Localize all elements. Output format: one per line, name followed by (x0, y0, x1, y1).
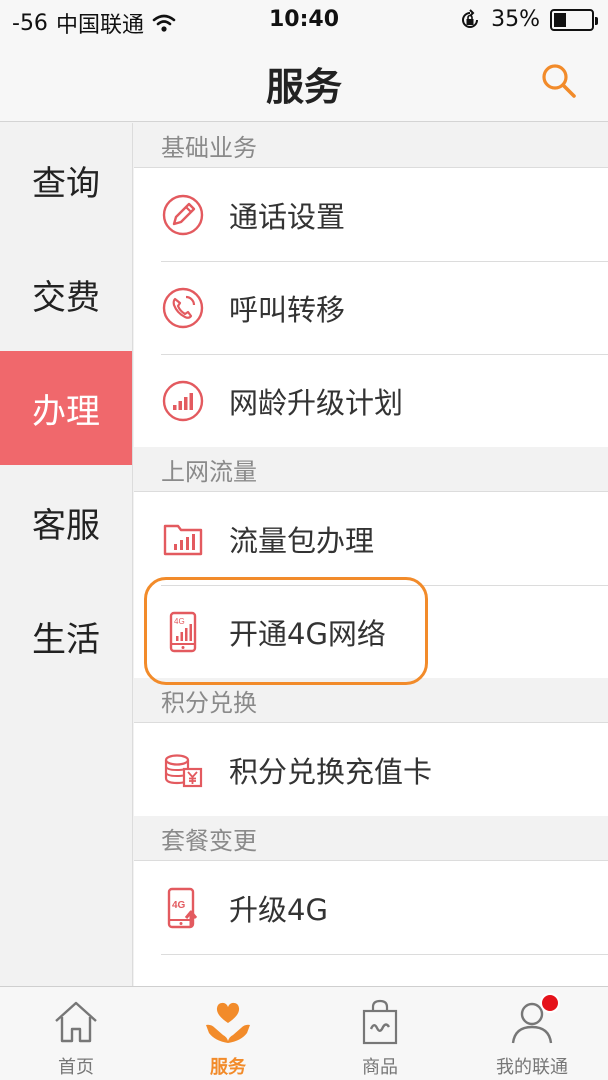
tab-bar: 首页 服务 商品 我的联通 (0, 986, 608, 1080)
home-icon (55, 1001, 97, 1043)
list-item-label: 积分兑换充值卡 (229, 754, 433, 789)
folder-chart-icon (163, 524, 203, 555)
tab-label: 我的联通 (496, 1057, 568, 1078)
pen-icon (162, 194, 204, 235)
category-sidebar: 查询 交费 办理 客服 生活 (0, 123, 133, 986)
sidebar-item-life[interactable]: 生活 (0, 579, 132, 693)
list-item-call-forward[interactable]: 呼叫转移 (134, 261, 608, 354)
section-header-basic: 基础业务 (134, 123, 608, 168)
svg-text:4G: 4G (172, 900, 186, 911)
service-list: 基础业务 通话设置 呼叫转移 网龄升级计划 上网流量 流量包办理 4G 开通4G… (134, 123, 608, 986)
list-item-label: 流量包办理 (229, 523, 375, 558)
svg-text:4G: 4G (174, 617, 185, 626)
sidebar-item-handle[interactable]: 办理 (0, 351, 132, 465)
list-item-points-redeem[interactable]: 积分兑换充值卡 (134, 723, 608, 816)
list-item-enable-4g[interactable]: 4G 开通4G网络 (134, 577, 608, 685)
section-header-data: 上网流量 (134, 447, 608, 492)
list-item-network-age[interactable]: 网龄升级计划 (134, 354, 608, 447)
sidebar-item-service[interactable]: 客服 (0, 465, 132, 579)
list-item-label: 呼叫转移 (229, 292, 346, 327)
tab-service[interactable]: 服务 (152, 987, 304, 1080)
section-header-plan-change: 套餐变更 (134, 816, 608, 861)
sidebar-item-query[interactable]: 查询 (0, 123, 132, 237)
phone-4g-icon: 4G (169, 611, 197, 652)
coins-yen-icon (164, 753, 203, 787)
notification-badge (540, 993, 560, 1013)
list-item-label: 开通4G网络 (229, 616, 386, 651)
search-icon[interactable] (538, 60, 578, 100)
tab-my-unicom[interactable]: 我的联通 (456, 987, 608, 1080)
list-item-empty (134, 954, 608, 986)
status-bar: -56 中国联通 10:40 35% (0, 0, 608, 40)
sidebar-item-payment[interactable]: 交费 (0, 237, 132, 351)
rotation-lock-icon (462, 8, 479, 28)
tab-home[interactable]: 首页 (0, 987, 152, 1080)
list-item-data-package[interactable]: 流量包办理 (134, 492, 608, 585)
shopping-bag-icon (362, 999, 398, 1045)
tab-label: 服务 (210, 1057, 246, 1078)
signal-bars-icon (162, 380, 204, 421)
list-item-label: 网龄升级计划 (229, 385, 404, 420)
status-right: 35% (459, 7, 598, 32)
battery-percent: 35% (491, 7, 540, 32)
heart-hands-icon (206, 1002, 250, 1043)
phone-forward-icon (162, 287, 204, 328)
list-item-upgrade-4g[interactable]: 4G 升级4G (134, 861, 608, 954)
tab-label: 商品 (362, 1057, 398, 1078)
battery-icon (550, 8, 598, 31)
nav-bar: 服务 (0, 40, 608, 122)
tab-label: 首页 (58, 1057, 94, 1078)
list-item-call-settings[interactable]: 通话设置 (134, 168, 608, 261)
page-title: 服务 (265, 65, 342, 109)
phone-4g-upgrade-icon: 4G (167, 887, 198, 928)
list-item-label: 升级4G (229, 892, 328, 927)
tab-products[interactable]: 商品 (304, 987, 456, 1080)
list-item-label: 通话设置 (229, 199, 346, 234)
